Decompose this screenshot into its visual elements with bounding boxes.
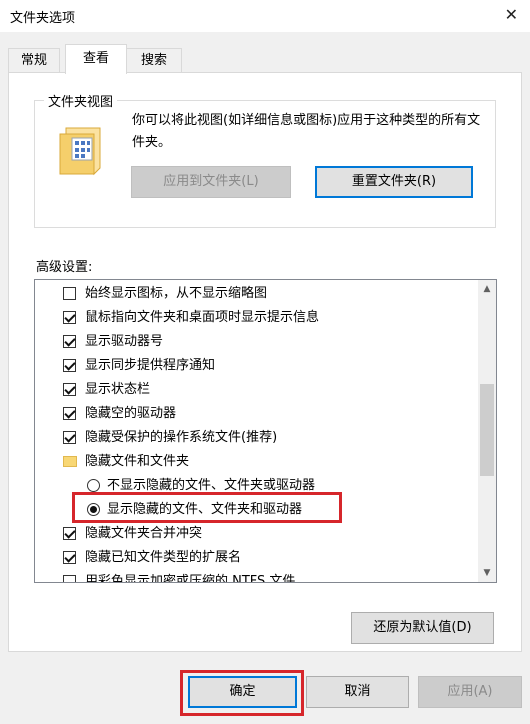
list-item-label: 用彩色显示加密或压缩的 NTFS 文件 bbox=[85, 574, 296, 583]
list-item-label: 显示状态栏 bbox=[85, 382, 151, 397]
checkbox[interactable] bbox=[63, 359, 76, 372]
tab-view[interactable]: 查看 bbox=[65, 44, 127, 74]
chevron-up-icon[interactable]: ▲ bbox=[478, 280, 496, 298]
ok-button[interactable]: 确定 bbox=[188, 676, 297, 708]
title-bar: 文件夹选项 ✕ bbox=[0, 0, 530, 32]
list-item-label: 显示隐藏的文件、文件夹和驱动器 bbox=[107, 502, 303, 517]
list-item-label: 始终显示图标，从不显示缩略图 bbox=[85, 286, 268, 301]
folder-views-description: 你可以将此视图(如详细信息或图标)应用于这种类型的所有文件夹。 bbox=[132, 113, 481, 150]
checkbox[interactable] bbox=[63, 287, 76, 300]
checkbox[interactable] bbox=[63, 407, 76, 420]
list-item-label: 显示驱动器号 bbox=[85, 334, 164, 349]
checkbox[interactable] bbox=[63, 311, 76, 324]
list-item-label: 隐藏文件和文件夹 bbox=[85, 454, 190, 469]
radio-button[interactable] bbox=[87, 479, 100, 492]
list-item-label: 显示同步提供程序通知 bbox=[85, 358, 216, 373]
folder-icon bbox=[63, 456, 77, 467]
list-item-label: 鼠标指向文件夹和桌面项时显示提示信息 bbox=[85, 310, 320, 325]
list-item-label: 隐藏受保护的操作系统文件(推荐) bbox=[85, 430, 278, 445]
advanced-settings-list[interactable]: 始终显示图标，从不显示缩略图 鼠标指向文件夹和桌面项时显示提示信息 显示驱动器号… bbox=[34, 279, 497, 583]
list-item-label: 隐藏已知文件类型的扩展名 bbox=[85, 550, 242, 565]
checkbox[interactable] bbox=[63, 575, 76, 582]
checkbox[interactable] bbox=[63, 527, 76, 540]
folder-view-icon bbox=[58, 124, 104, 176]
list-item-label: 不显示隐藏的文件、文件夹或驱动器 bbox=[107, 478, 316, 493]
chevron-down-icon[interactable]: ▼ bbox=[478, 564, 496, 582]
radio-button[interactable] bbox=[87, 503, 100, 516]
window-title: 文件夹选项 bbox=[10, 11, 76, 26]
checkbox[interactable] bbox=[63, 335, 76, 348]
apply-to-folders-button[interactable]: 应用到文件夹(L) bbox=[131, 166, 291, 198]
advanced-settings-label: 高级设置: bbox=[36, 260, 93, 275]
restore-defaults-button[interactable]: 还原为默认值(D) bbox=[351, 612, 494, 644]
close-icon[interactable]: ✕ bbox=[505, 5, 518, 24]
checkbox[interactable] bbox=[63, 383, 76, 396]
list-item-label: 隐藏文件夹合并冲突 bbox=[85, 526, 203, 541]
scrollbar-thumb[interactable] bbox=[480, 384, 494, 476]
reset-folders-button[interactable]: 重置文件夹(R) bbox=[315, 166, 473, 198]
list-item-label: 隐藏空的驱动器 bbox=[85, 406, 177, 421]
checkbox[interactable] bbox=[63, 551, 76, 564]
tab-strip: 常规 查看 搜索 bbox=[8, 44, 522, 74]
tab-general[interactable]: 常规 bbox=[8, 48, 60, 73]
tab-search[interactable]: 搜索 bbox=[126, 48, 182, 73]
scrollbar[interactable]: ▲ ▼ bbox=[478, 280, 496, 582]
apply-button[interactable]: 应用(A) bbox=[418, 676, 522, 708]
cancel-button[interactable]: 取消 bbox=[306, 676, 409, 708]
folder-views-label: 文件夹视图 bbox=[44, 91, 118, 110]
checkbox[interactable] bbox=[63, 431, 76, 444]
